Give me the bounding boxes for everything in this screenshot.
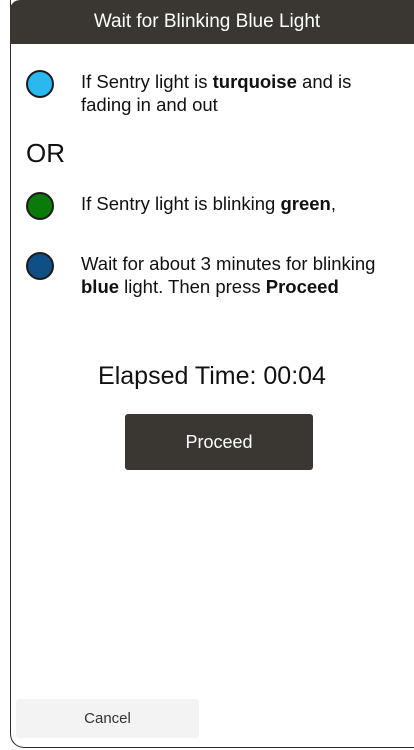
option-blue: Wait for about 3 minutes for blinking bl…	[26, 252, 391, 298]
option-blue-text: Wait for about 3 minutes for blinking bl…	[81, 253, 376, 297]
elapsed-time: Elapsed Time: 00:04	[98, 362, 326, 390]
proceed-button-label: Proceed	[185, 431, 253, 452]
or-label: OR	[26, 138, 65, 168]
cancel-button[interactable]: Cancel	[16, 699, 199, 738]
blue-light-icon	[26, 252, 54, 280]
turquoise-light-icon	[26, 70, 54, 98]
dialog-title: Wait for Blinking Blue Light	[93, 11, 321, 32]
proceed-button[interactable]: Proceed	[125, 414, 313, 470]
green-light-icon	[26, 192, 54, 220]
cancel-button-label: Cancel	[84, 710, 131, 727]
option-green: If Sentry light is blinking green,	[26, 192, 391, 220]
option-turquoise-text: If Sentry light is turquoise and is fadi…	[81, 71, 352, 115]
option-green-text: If Sentry light is blinking green,	[81, 193, 337, 214]
option-turquoise: If Sentry light is turquoise and is fadi…	[26, 70, 391, 116]
dialog-header: Wait for Blinking Blue Light	[10, 0, 414, 44]
